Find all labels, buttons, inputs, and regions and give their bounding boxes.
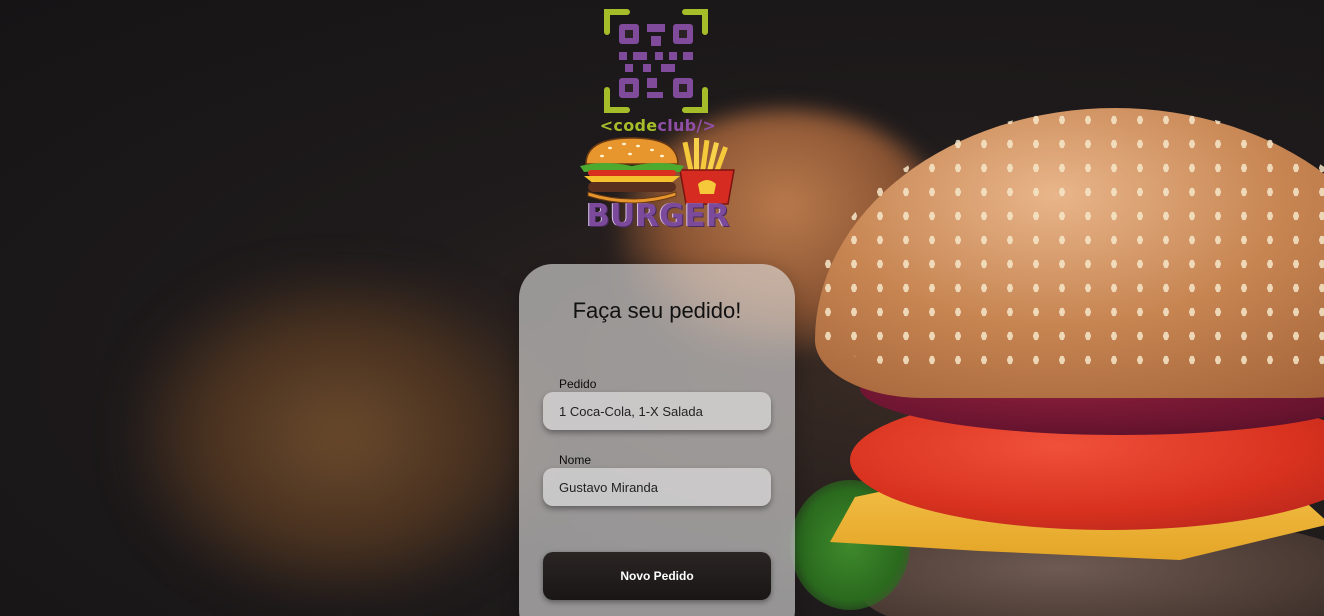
order-input[interactable] — [543, 392, 771, 430]
codeclub-code-text: <code — [599, 116, 658, 135]
new-order-button[interactable]: Novo Pedido — [543, 552, 771, 600]
brand-logo: <codeclub/> BURGER — [570, 6, 746, 238]
form-title: Faça seu pedido! — [572, 298, 742, 323]
order-label: Pedido — [559, 377, 597, 391]
codeclub-club-text: club/> — [657, 116, 717, 135]
burger-and-fries-icon — [580, 137, 735, 205]
burger-wordmark: BURGER — [586, 198, 730, 234]
background-fries-image — [130, 270, 550, 600]
page-background: <codeclub/> BURGER Faça seu pedido! Pedi… — [0, 0, 1324, 616]
order-form-card: Faça seu pedido! Pedido Nome Novo Pedido — [519, 264, 795, 616]
qr-code-icon — [604, 9, 708, 113]
name-label: Nome — [559, 453, 592, 467]
name-input[interactable] — [543, 468, 771, 506]
codeclub-wordmark: <codeclub/> — [570, 116, 746, 135]
